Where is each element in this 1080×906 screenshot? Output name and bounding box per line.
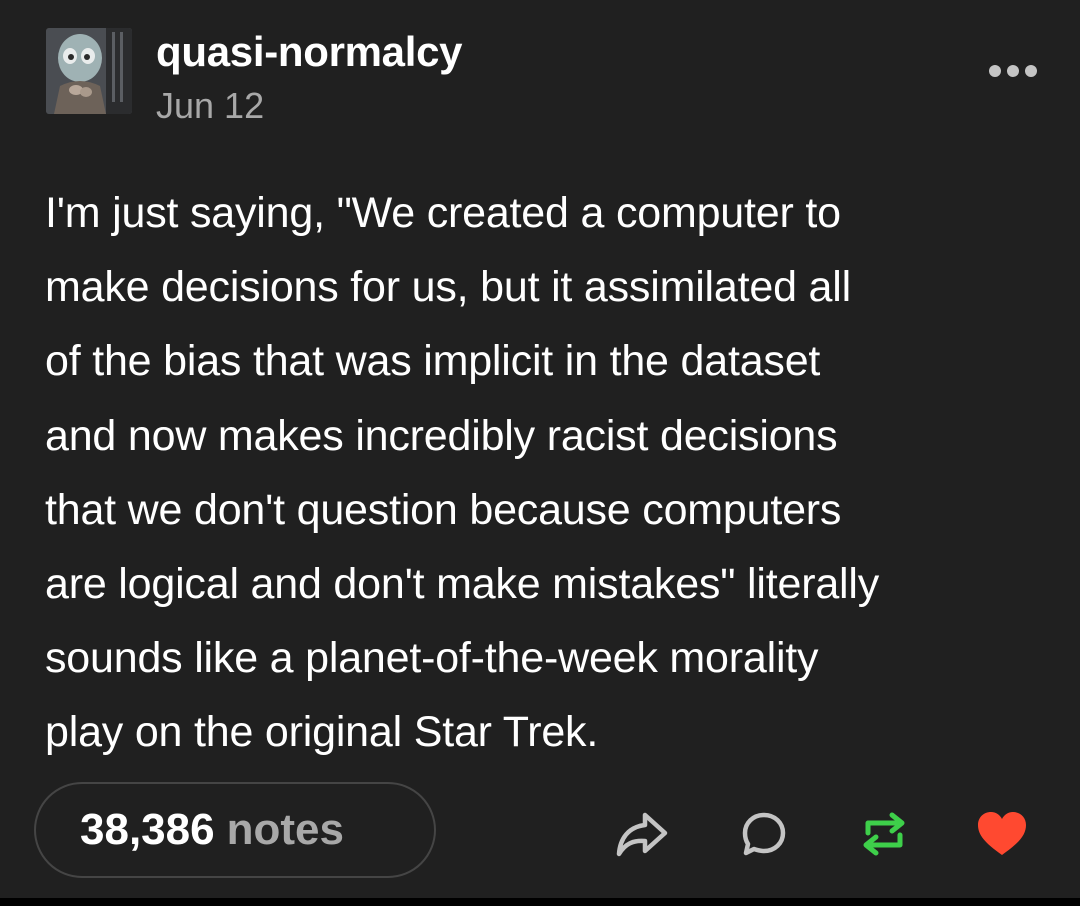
avatar-image xyxy=(46,28,132,114)
like-button[interactable] xyxy=(974,806,1030,862)
username[interactable]: quasi-normalcy xyxy=(156,26,463,78)
share-button[interactable] xyxy=(614,806,670,862)
notes-label: notes xyxy=(226,805,344,854)
post-card: quasi-normalcy Jun 12 I'm just saying, "… xyxy=(0,0,1080,906)
post-body-line: make decisions for us, but it assimilate… xyxy=(45,263,851,312)
heart-icon xyxy=(978,812,1026,855)
post-body-line: and now makes incredibly racist decision… xyxy=(45,411,838,460)
reblog-icon xyxy=(863,812,905,856)
more-horizontal-icon xyxy=(989,65,1037,77)
post-date: Jun 12 xyxy=(156,85,265,126)
notes-count: 38,386 xyxy=(80,805,215,854)
reply-icon xyxy=(742,812,786,856)
post-body-line: are logical and don't make mistakes" lit… xyxy=(45,560,880,609)
notes-button[interactable]: 38,386 notes xyxy=(34,782,436,878)
share-icon xyxy=(616,812,668,857)
post-body-line: I'm just saying, "We created a computer … xyxy=(45,189,841,237)
reblog-button[interactable] xyxy=(856,806,912,862)
post-body-line: play on the original Star Trek. xyxy=(45,708,599,757)
post-body-line: sounds like a planet-of-the-week moralit… xyxy=(45,634,819,683)
avatar[interactable] xyxy=(46,28,132,114)
post-body-line: that we don't question because computers xyxy=(45,485,842,534)
more-options-button[interactable] xyxy=(986,56,1040,86)
reply-button[interactable] xyxy=(736,806,792,862)
post-body-line: of the bias that was implicit in the dat… xyxy=(45,337,821,386)
bottom-divider xyxy=(0,898,1080,906)
post-body: I'm just saying, "We created a computer … xyxy=(45,176,1045,770)
